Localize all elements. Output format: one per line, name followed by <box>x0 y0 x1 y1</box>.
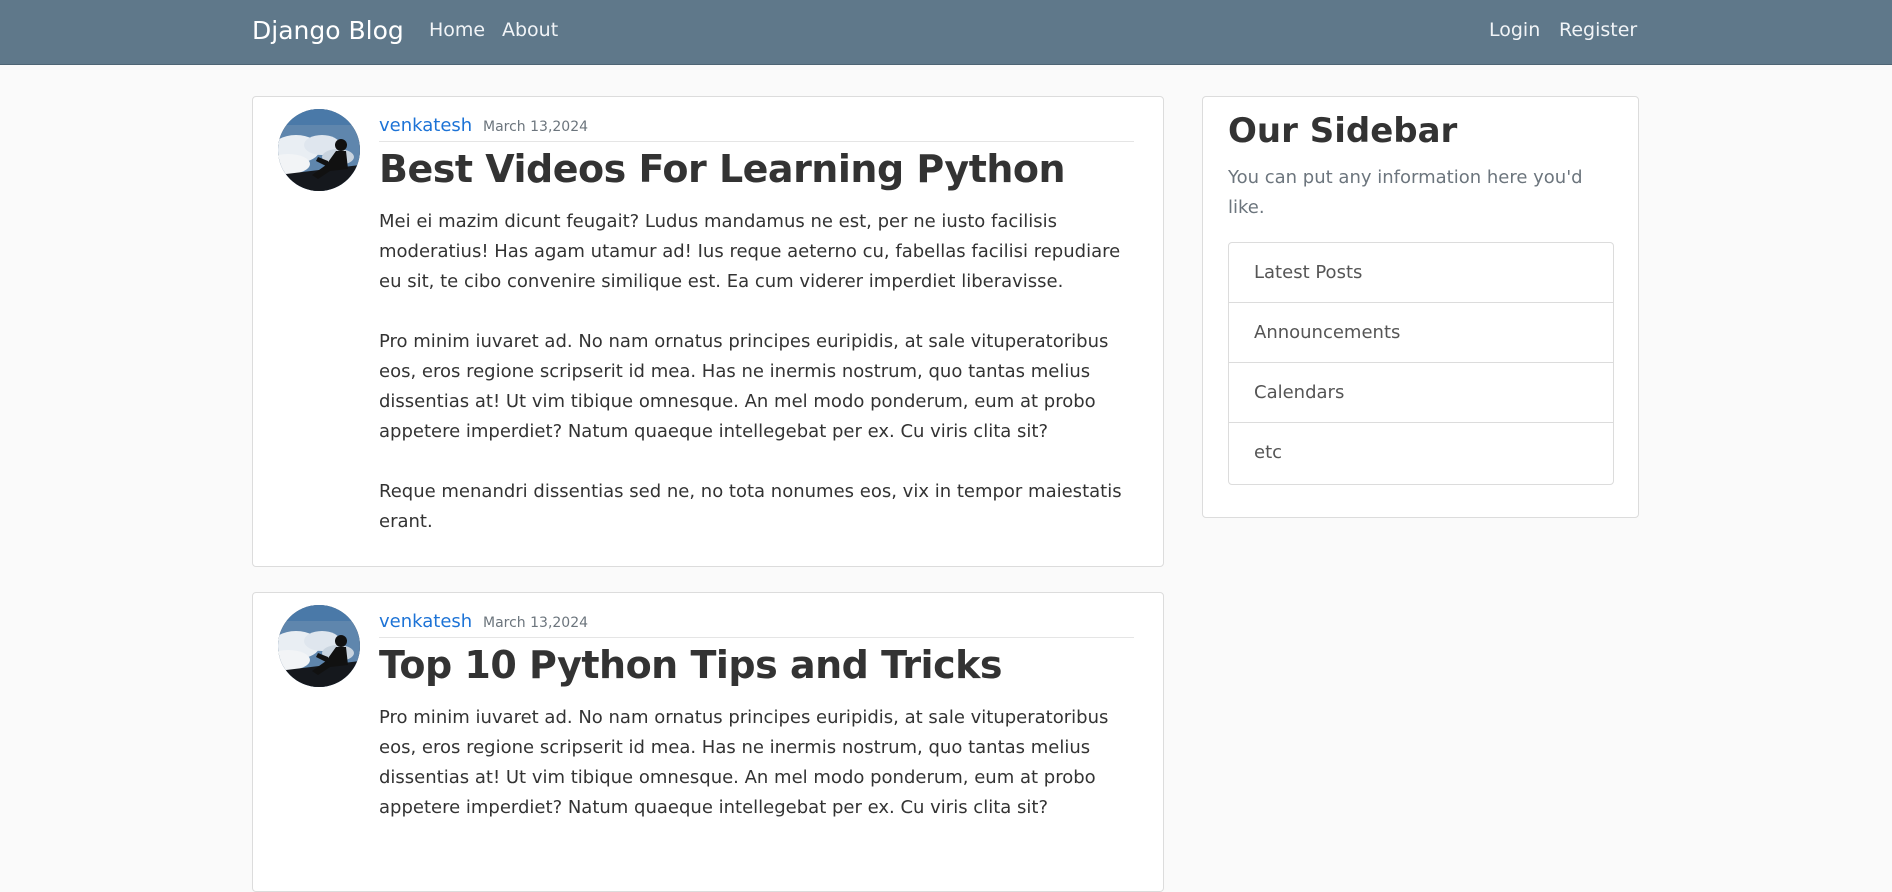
post-content: Mei ei mazim dicunt feugait? Ludus manda… <box>379 207 1144 567</box>
sidebar-description: You can put any information here you'd l… <box>1228 167 1583 218</box>
sidebar-item-announcements[interactable]: Announcements <box>1229 303 1613 363</box>
post-content: Pro minim iuvaret ad. No nam ornatus pri… <box>379 703 1144 853</box>
nav-home-link[interactable]: Home <box>429 19 485 41</box>
profile-avatar-icon <box>278 109 360 191</box>
sidebar-list: Latest Posts Announcements Calendars etc <box>1228 242 1614 485</box>
post-meta: venkatesh March 13,2024 <box>379 115 1134 142</box>
navbar: Django Blog Home About Login Register <box>0 0 1892 65</box>
post-title-link[interactable]: Top 10 Python Tips and Tricks <box>379 643 1003 687</box>
post-paragraph: Pro minim iuvaret ad. No nam ornatus pri… <box>379 707 1109 818</box>
brand-logo[interactable]: Django Blog <box>252 16 404 45</box>
post-meta: venkatesh March 13,2024 <box>379 611 1134 638</box>
post-card: venkatesh March 13,2024 Best Videos For … <box>252 96 1164 567</box>
sidebar: Our Sidebar You can put any information … <box>1202 96 1639 518</box>
post-author-link[interactable]: venkatesh <box>379 115 472 136</box>
sidebar-title: Our Sidebar <box>1228 111 1458 151</box>
post-paragraph: Reque menandri dissentias sed ne, no tot… <box>379 481 1122 532</box>
post-date: March 13,2024 <box>483 615 589 631</box>
post-card: venkatesh March 13,2024 Top 10 Python Ti… <box>252 592 1164 892</box>
profile-avatar-icon <box>278 605 360 687</box>
sidebar-item-calendars[interactable]: Calendars <box>1229 363 1613 423</box>
nav-about-link[interactable]: About <box>502 19 558 41</box>
post-paragraph: Mei ei mazim dicunt feugait? Ludus manda… <box>379 211 1121 292</box>
post-author-link[interactable]: venkatesh <box>379 611 472 632</box>
post-title-link[interactable]: Best Videos For Learning Python <box>379 147 1066 191</box>
sidebar-item-etc[interactable]: etc <box>1229 423 1613 484</box>
nav-login-link[interactable]: Login <box>1489 19 1540 41</box>
post-date: March 13,2024 <box>483 119 589 135</box>
nav-register-link[interactable]: Register <box>1559 19 1637 41</box>
post-paragraph: Pro minim iuvaret ad. No nam ornatus pri… <box>379 331 1109 442</box>
sidebar-item-latest-posts[interactable]: Latest Posts <box>1229 243 1613 303</box>
